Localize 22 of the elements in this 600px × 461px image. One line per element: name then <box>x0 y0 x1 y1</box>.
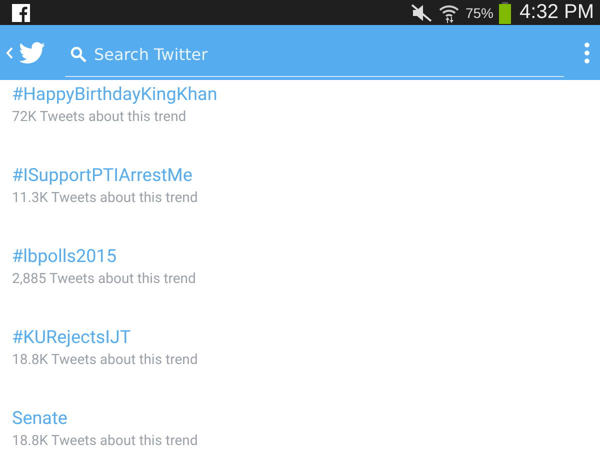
search-icon <box>70 46 87 62</box>
bird-logo-icon[interactable] <box>19 42 45 64</box>
clock-time: 4:32 PM <box>520 1 594 24</box>
battery-percent: 75% <box>465 4 494 20</box>
trend-tweet-count: 18.8K Tweets about this trend <box>12 351 199 370</box>
trend-name[interactable]: #HappyBirthdayKingKhan <box>12 84 600 106</box>
search-field[interactable]: Search Twitter <box>65 32 564 77</box>
search-input[interactable]: Search Twitter <box>94 44 564 64</box>
trend-name[interactable]: #lbpolls2015 <box>12 246 600 268</box>
battery-icon <box>498 2 511 24</box>
trend-name[interactable]: Senate <box>12 408 600 430</box>
more-options-icon[interactable] <box>584 42 590 64</box>
trend-tweet-count: 18.8K Tweets about this trend <box>12 432 199 451</box>
muted-speaker-icon <box>411 4 434 22</box>
wifi-icon <box>438 2 460 22</box>
facebook-icon <box>12 4 30 22</box>
trend-tweet-count: 2,885 Tweets about this trend <box>12 270 197 289</box>
back-chevron-icon[interactable] <box>6 46 13 58</box>
trend-tweet-count: 11.3K Tweets about this trend <box>12 189 199 208</box>
trend-tweet-count: 72K Tweets about this trend <box>12 108 188 127</box>
trend-name[interactable]: #ISupportPTIArrestMe <box>12 165 600 187</box>
trend-name[interactable]: #KURejectsIJT <box>12 327 600 349</box>
